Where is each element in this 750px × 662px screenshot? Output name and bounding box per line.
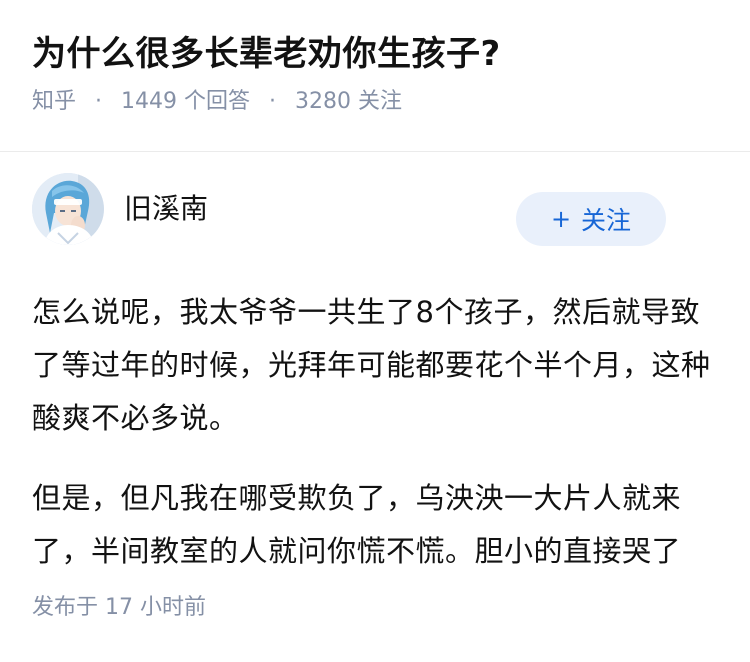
follow-button[interactable]: + 关注 bbox=[516, 192, 666, 246]
answer-paragraph: 但是，但凡我在哪受欺负了，乌泱泱一大片人就来了，半间教室的人就问你慌不慌。胆小的… bbox=[32, 481, 682, 568]
follower-count-suffix: 关注 bbox=[358, 89, 403, 114]
answer-content[interactable]: 怎么说呢，我太爷爷一共生了8个孩子，然后就导致了等过年的时候，光拜年可能都要花个… bbox=[32, 286, 718, 578]
question-meta: 知乎 · 1449 个回答 · 3280 关注 bbox=[32, 86, 718, 118]
answer-count: 1449 bbox=[121, 89, 178, 114]
meta-separator: · bbox=[95, 89, 103, 114]
avatar-image bbox=[32, 173, 104, 245]
answer-card: 旧溪南 + 关注 怎么说呢，我太爷爷一共生了8个孩子，然后就导致了等过年的时候，… bbox=[0, 152, 750, 578]
answer-paragraph: 怎么说呢，我太爷爷一共生了8个孩子，然后就导致了等过年的时候，光拜年可能都要花个… bbox=[32, 295, 711, 435]
publish-info: 发布于 17 小时前 bbox=[32, 592, 206, 624]
plus-icon: + bbox=[550, 205, 572, 233]
avatar[interactable] bbox=[32, 173, 104, 245]
published-label: 发布于 bbox=[32, 595, 99, 620]
author-name[interactable]: 旧溪南 bbox=[124, 189, 208, 229]
author-row: 旧溪南 + 关注 bbox=[32, 152, 718, 266]
question-title[interactable]: 为什么很多长辈老劝你生孩子? bbox=[32, 30, 718, 78]
answer-count-suffix: 个回答 bbox=[184, 89, 251, 114]
published-time: 17 小时前 bbox=[105, 595, 207, 620]
meta-separator: · bbox=[269, 89, 277, 114]
source-label[interactable]: 知乎 bbox=[32, 89, 76, 114]
follow-button-label: 关注 bbox=[581, 206, 632, 235]
follower-count: 3280 bbox=[295, 89, 352, 114]
question-header: 为什么很多长辈老劝你生孩子? 知乎 · 1449 个回答 · 3280 关注 bbox=[0, 0, 750, 121]
